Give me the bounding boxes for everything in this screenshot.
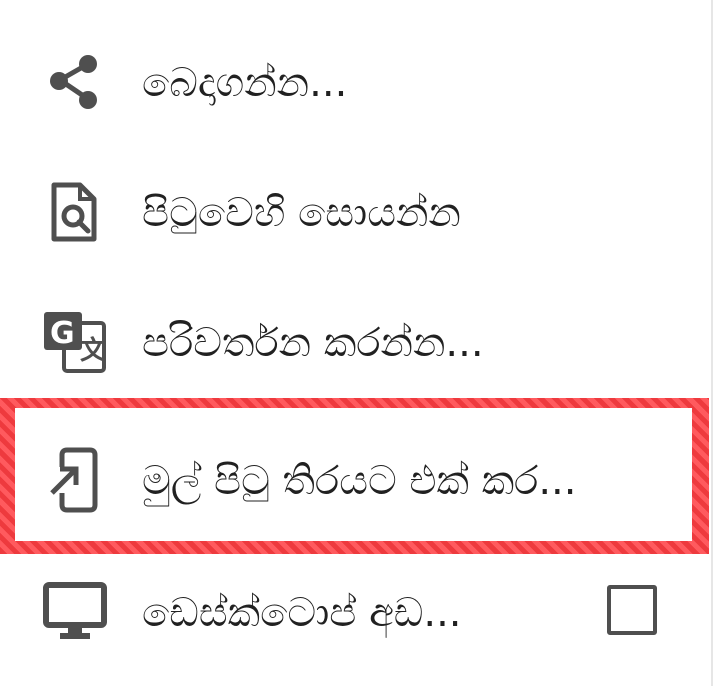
menu-item-label: මුල් පිටු තිරයට එක් කර... xyxy=(142,458,577,504)
menu-item-find-in-page[interactable]: පිටුවෙහි සොයන්න xyxy=(0,152,711,272)
menu-item-label: පරිවර්තන කරන්න... xyxy=(142,320,484,366)
menu-item-label: බෙදාගන්න... xyxy=(142,60,348,106)
svg-text:G: G xyxy=(50,316,75,351)
menu-item-share[interactable]: බෙදාගන්න... xyxy=(0,22,711,142)
menu-item-label: ඩෙස්ක්ටොප් අඩ... xyxy=(142,590,462,636)
menu-item-label: පිටුවෙහි සොයන්න xyxy=(142,190,461,236)
add-to-home-screen-icon xyxy=(40,445,110,515)
overflow-menu: බෙදාගන්න... පිටුවෙහි සොයන්න 文 G පරිවර්තන… xyxy=(0,0,711,686)
desktop-icon xyxy=(40,577,110,647)
menu-edge xyxy=(711,0,713,686)
translate-icon: 文 G xyxy=(40,307,110,377)
share-icon xyxy=(40,47,110,117)
menu-item-add-to-home-screen[interactable]: මුල් පිටු තිරයට එක් කර... xyxy=(0,420,711,540)
menu-item-translate[interactable]: 文 G පරිවර්තන කරන්න... xyxy=(0,282,711,402)
menu-item-desktop-site[interactable]: ඩෙස්ක්ටොප් අඩ... xyxy=(0,552,711,672)
svg-text:文: 文 xyxy=(80,335,107,366)
find-in-page-icon xyxy=(40,177,110,247)
desktop-site-checkbox[interactable] xyxy=(607,585,657,635)
